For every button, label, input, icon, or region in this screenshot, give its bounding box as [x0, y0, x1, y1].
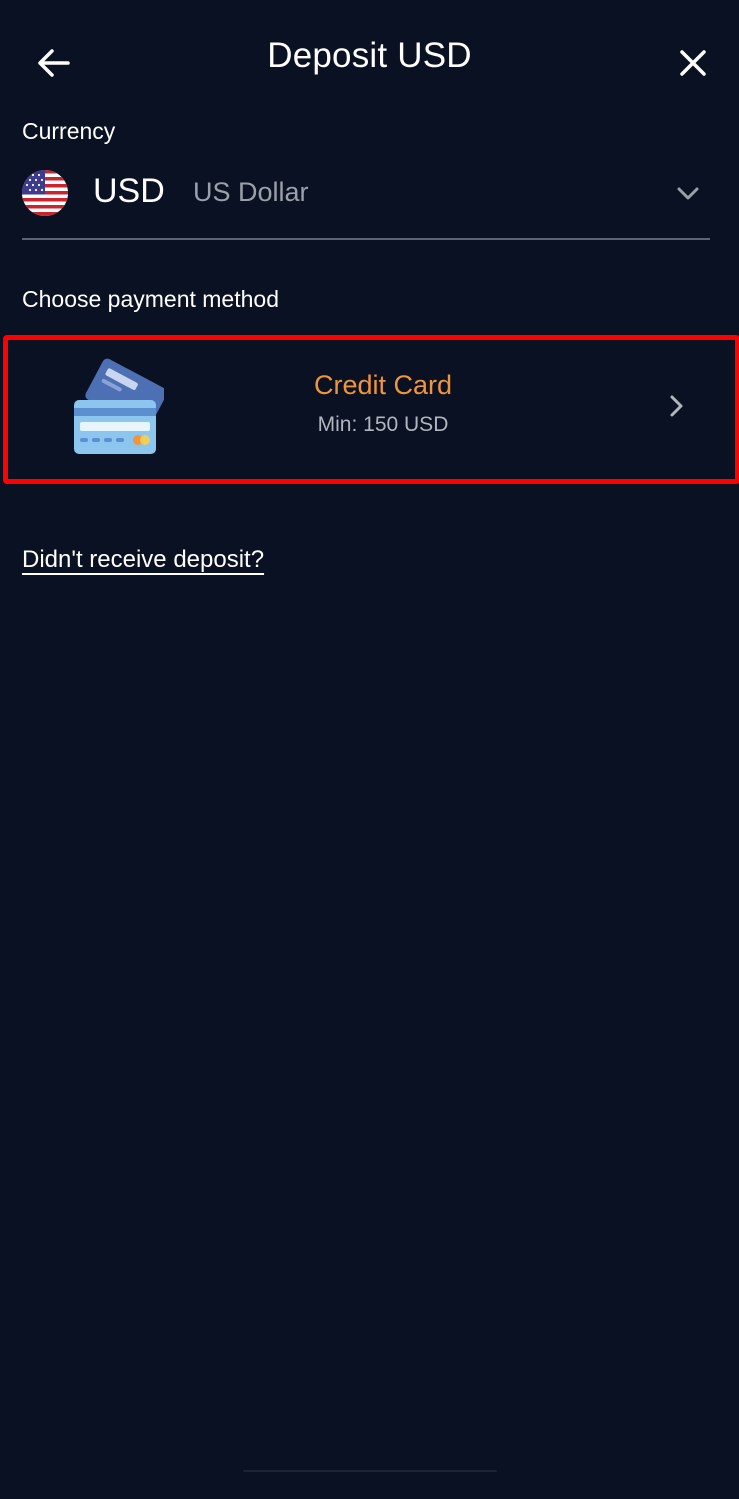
payment-method-min: Min: 150 USD: [317, 413, 449, 436]
payment-method-name: Credit Card: [313, 370, 453, 400]
close-icon: [680, 50, 706, 76]
currency-code: USD: [93, 172, 165, 210]
currency-name: US Dollar: [193, 177, 309, 207]
payment-method-credit-card[interactable]: Credit Card Min: 150 USD: [3, 335, 739, 484]
chevron-right-icon: [670, 395, 683, 417]
header: Deposit USD: [0, 0, 739, 124]
currency-divider: [22, 238, 710, 240]
close-button[interactable]: [670, 40, 716, 86]
currency-selector[interactable]: USD US Dollar: [22, 164, 710, 224]
us-flag-icon: [22, 170, 68, 216]
page-title: Deposit USD: [267, 36, 472, 75]
currency-label: Currency: [22, 118, 116, 144]
didnt-receive-deposit-link[interactable]: Didn't receive deposit?: [22, 546, 264, 574]
home-indicator: [243, 1470, 497, 1472]
payment-method-label: Choose payment method: [22, 286, 279, 312]
chevron-down-icon: [677, 187, 699, 200]
